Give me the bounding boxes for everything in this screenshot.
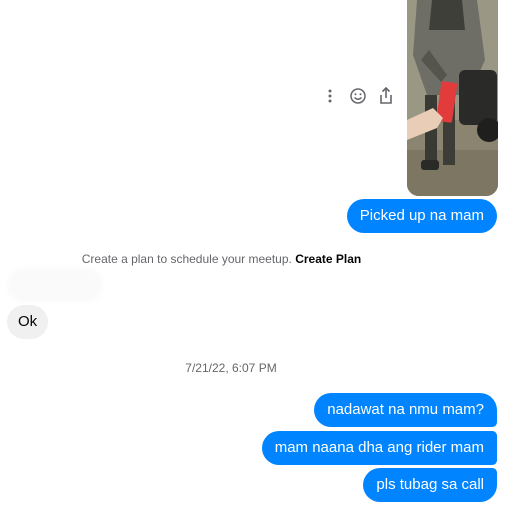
system-note-text: Create a plan to schedule your meetup. — [81, 252, 292, 266]
photo-attachment[interactable] — [407, 0, 498, 196]
message-actions — [320, 86, 396, 106]
react-icon[interactable] — [348, 86, 368, 106]
create-plan-note: Create a plan to schedule your meetup. C… — [0, 252, 467, 266]
incoming-message[interactable]: Ok — [7, 305, 49, 339]
message-timestamp: 7/21/22, 6:07 PM — [185, 361, 277, 375]
more-options-icon[interactable] — [320, 86, 340, 106]
outgoing-message[interactable]: pls tubag sa call — [363, 468, 497, 502]
blurred-message — [7, 268, 103, 302]
create-plan-link[interactable]: Create Plan — [295, 252, 361, 266]
outgoing-message[interactable]: mam naana dha ang rider mam — [261, 431, 497, 465]
chat-thread: Picked up na mam Create a plan to schedu… — [0, 0, 507, 507]
photo-image — [407, 0, 498, 196]
outgoing-message[interactable]: Picked up na mam — [346, 199, 497, 233]
share-icon[interactable] — [376, 86, 396, 106]
outgoing-message[interactable]: nadawat na nmu mam? — [314, 393, 497, 427]
